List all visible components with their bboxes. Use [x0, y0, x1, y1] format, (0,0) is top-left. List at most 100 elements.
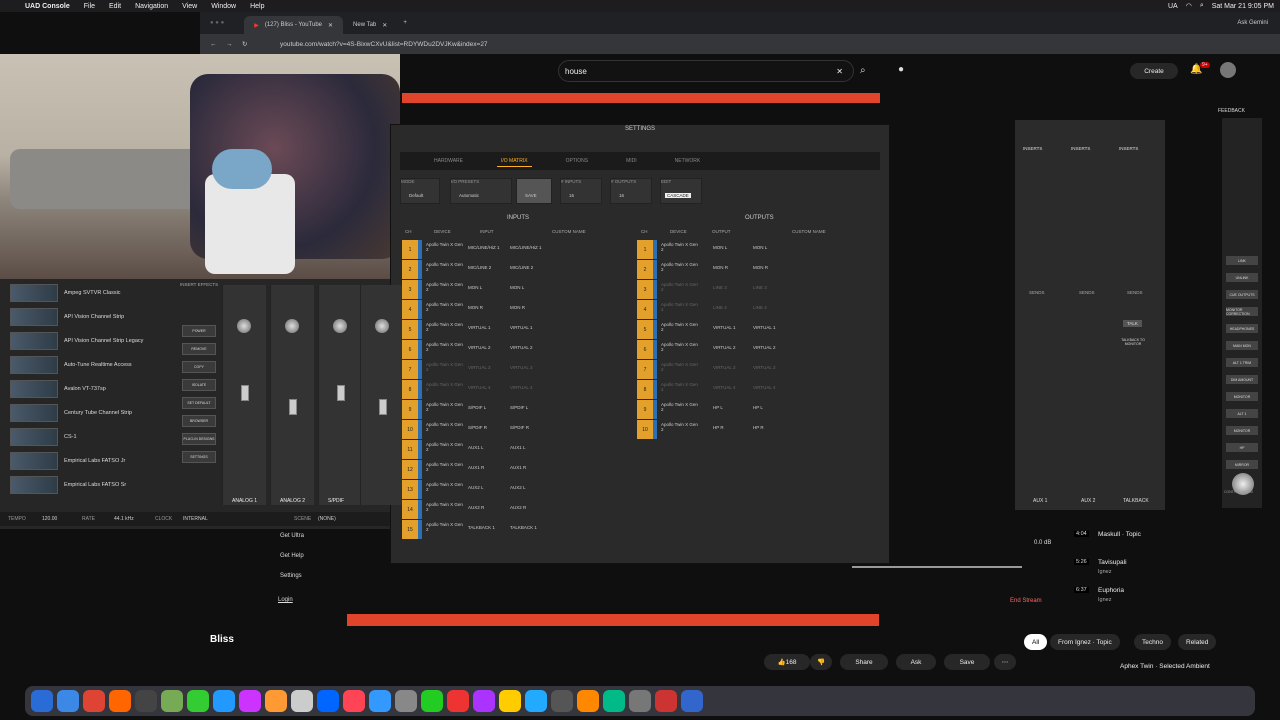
- monitor-panel-button[interactable]: CUE OUTPUTS: [1226, 290, 1258, 299]
- channel-fader[interactable]: [289, 399, 297, 415]
- ua-status-icon[interactable]: UA: [1168, 3, 1178, 10]
- dock-app-icon[interactable]: [369, 690, 391, 712]
- custom-name-field[interactable]: VIRTUAL 1: [753, 325, 776, 330]
- custom-name-field[interactable]: TALKBACK 1: [510, 525, 537, 530]
- like-button[interactable]: 👍 168: [764, 654, 810, 670]
- dislike-button[interactable]: 👎: [810, 654, 832, 670]
- output-port[interactable]: MON R: [713, 265, 728, 270]
- dock-app-icon[interactable]: [265, 690, 287, 712]
- device-name[interactable]: Apollo Twin X Gen 2: [426, 422, 466, 432]
- input-row[interactable]: 14 Apollo Twin X Gen 2 AUX2 R AUX2 R: [402, 500, 632, 520]
- outputs-count-select[interactable]: # OUTPUTS 16: [610, 178, 652, 204]
- tab-io-matrix[interactable]: I/O MATRIX: [496, 156, 532, 167]
- search-icon[interactable]: ⌕: [1200, 2, 1204, 10]
- close-icon[interactable]: ✕: [328, 22, 333, 29]
- device-name[interactable]: Apollo Twin X Gen 2: [661, 282, 701, 292]
- plugin-item[interactable]: Empirical Labs FATSO Jr: [10, 451, 170, 471]
- input-port[interactable]: AUX2 R: [468, 505, 484, 510]
- inserts-aux1[interactable]: INSERTS: [1023, 146, 1042, 151]
- more-button[interactable]: ⋯: [994, 654, 1016, 670]
- pan-knob[interactable]: [375, 319, 389, 333]
- input-row[interactable]: 4 Apollo Twin X Gen 2 MON R MON R: [402, 300, 632, 320]
- device-name[interactable]: Apollo Twin X Gen 2: [426, 442, 466, 452]
- side-button[interactable]: REMOVE: [182, 343, 216, 355]
- input-row[interactable]: 13 Apollo Twin X Gen 2 AUX2 L AUX2 L: [402, 480, 632, 500]
- custom-name-field[interactable]: MON R: [510, 305, 525, 310]
- input-port[interactable]: S/PDIF R: [468, 425, 487, 430]
- custom-name-field[interactable]: AUX1 L: [510, 445, 526, 450]
- input-row[interactable]: 8 Apollo Twin X Gen 2 VIRTUAL 4 VIRTUAL 4: [402, 380, 632, 400]
- queue-title[interactable]: Tavisupali: [1098, 559, 1127, 566]
- device-name[interactable]: Apollo Twin X Gen 2: [661, 342, 701, 352]
- device-name[interactable]: Apollo Twin X Gen 2: [661, 242, 701, 252]
- plugin-item[interactable]: API Vision Channel Strip Legacy: [10, 331, 170, 351]
- output-row[interactable]: 8 Apollo Twin X Gen 2 VIRTUAL 4 VIRTUAL 4: [637, 380, 867, 400]
- menu-help[interactable]: Help: [250, 3, 264, 10]
- device-name[interactable]: Apollo Twin X Gen 2: [426, 402, 466, 412]
- tab-midi[interactable]: MIDI: [622, 156, 641, 166]
- input-port[interactable]: VIRTUAL 4: [468, 385, 491, 390]
- device-name[interactable]: Apollo Twin X Gen 2: [426, 322, 466, 332]
- input-row[interactable]: 6 Apollo Twin X Gen 2 VIRTUAL 2 VIRTUAL 2: [402, 340, 632, 360]
- wifi-icon[interactable]: ◠: [1186, 2, 1192, 10]
- custom-name-field[interactable]: MIC/LINE 2: [510, 265, 533, 270]
- device-name[interactable]: Apollo Twin X Gen 2: [661, 322, 701, 332]
- monitor-panel-button[interactable]: ALT 1: [1226, 409, 1258, 418]
- filter-chip[interactable]: Related: [1178, 634, 1217, 650]
- input-port[interactable]: AUX2 L: [468, 485, 484, 490]
- login-link[interactable]: Login: [278, 597, 293, 603]
- input-port[interactable]: MON L: [468, 285, 482, 290]
- dock-app-icon[interactable]: [629, 690, 651, 712]
- custom-name-field[interactable]: S/PDIF R: [510, 425, 529, 430]
- device-name[interactable]: Apollo Twin X Gen 2: [426, 262, 466, 272]
- device-name[interactable]: Apollo Twin X Gen 2: [426, 462, 466, 472]
- aphex-item[interactable]: Aphex Twin · Selected Ambient: [1120, 663, 1210, 670]
- dock-app-icon[interactable]: [239, 690, 261, 712]
- input-row[interactable]: 15 Apollo Twin X Gen 2 TALKBACK 1 TALKBACK …: [402, 520, 632, 540]
- pan-knob[interactable]: [237, 319, 251, 333]
- dock-app-icon[interactable]: [317, 690, 339, 712]
- input-row[interactable]: 9 Apollo Twin X Gen 2 S/PDIF L S/PDIF L: [402, 400, 632, 420]
- input-row[interactable]: 10 Apollo Twin X Gen 2 S/PDIF R S/PDIF R: [402, 420, 632, 440]
- custom-name-field[interactable]: VIRTUAL 4: [753, 385, 776, 390]
- dock-app-icon[interactable]: [187, 690, 209, 712]
- custom-name-field[interactable]: MIC/LINE/HiZ 1: [510, 245, 542, 250]
- plugin-item[interactable]: Avalon VT-737sp: [10, 379, 170, 399]
- avatar[interactable]: [1220, 62, 1236, 78]
- ask-gemini-button[interactable]: Ask Gemini: [1237, 20, 1268, 26]
- input-row[interactable]: 1 Apollo Twin X Gen 2 MIC/LINE/HiZ 1 MIC/LI…: [402, 240, 632, 260]
- side-button[interactable]: BROWSER: [182, 415, 216, 427]
- input-port[interactable]: MIC/LINE 2: [468, 265, 491, 270]
- url-field[interactable]: youtube.com/watch?v=4S-BixwCXvU&list=RDY…: [280, 41, 488, 48]
- device-name[interactable]: Apollo Twin X Gen 2: [661, 302, 701, 312]
- input-port[interactable]: S/PDIF L: [468, 405, 486, 410]
- feedback-button[interactable]: FEEDBACK: [1218, 108, 1245, 114]
- input-port[interactable]: TALKBACK 1: [468, 525, 495, 530]
- output-row[interactable]: 5 Apollo Twin X Gen 2 VIRTUAL 1 VIRTUAL 1: [637, 320, 867, 340]
- input-port[interactable]: AUX1 L: [468, 445, 484, 450]
- output-row[interactable]: 2 Apollo Twin X Gen 2 MON R MON R: [637, 260, 867, 280]
- plugin-item[interactable]: Century Tube Channel Strip: [10, 403, 170, 423]
- side-button[interactable]: PLUG-IN DESIGNS: [182, 433, 216, 445]
- dock-app-icon[interactable]: [447, 690, 469, 712]
- device-name[interactable]: Apollo Twin X Gen 2: [426, 502, 466, 512]
- monitor-panel-button[interactable]: ALT 1 TRIM: [1226, 358, 1258, 367]
- input-row[interactable]: 3 Apollo Twin X Gen 2 MON L MON L: [402, 280, 632, 300]
- plugin-item[interactable]: Ampeg SVTVR Classic: [10, 283, 170, 303]
- clear-icon[interactable]: ✕: [836, 67, 843, 76]
- menubar-clock[interactable]: Sat Mar 21 9:05 PM: [1212, 3, 1274, 10]
- side-button[interactable]: SET DEFAULT: [182, 397, 216, 409]
- custom-name-field[interactable]: VIRTUAL 3: [510, 365, 533, 370]
- output-port[interactable]: LINE 4: [713, 305, 727, 310]
- side-button[interactable]: ISOLATE: [182, 379, 216, 391]
- rate-value[interactable]: 44.1 kHz: [114, 516, 134, 522]
- forward-icon[interactable]: →: [226, 41, 233, 48]
- dock-app-icon[interactable]: [681, 690, 703, 712]
- edit-cascade-button[interactable]: EDIT CASCADE: [660, 178, 702, 204]
- menu-file[interactable]: File: [84, 3, 95, 10]
- tempo-value[interactable]: 120.00: [42, 516, 57, 522]
- monitor-panel-button[interactable]: MAIN MON: [1226, 341, 1258, 350]
- plugin-item[interactable]: API Vision Channel Strip: [10, 307, 170, 327]
- custom-name-field[interactable]: HP L: [753, 405, 763, 410]
- device-name[interactable]: Apollo Twin X Gen 2: [661, 262, 701, 272]
